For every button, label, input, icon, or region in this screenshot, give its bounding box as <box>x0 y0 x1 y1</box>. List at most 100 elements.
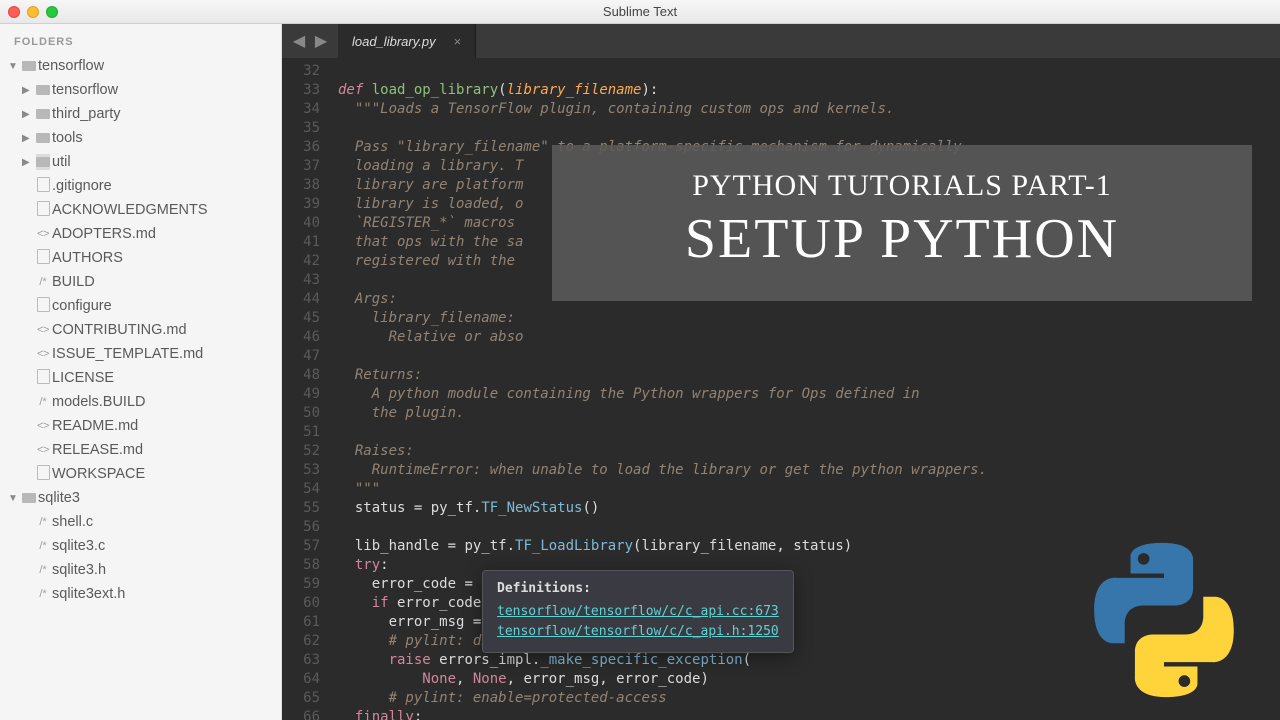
folder-icon <box>34 106 52 122</box>
tab-label: load_library.py <box>352 34 436 49</box>
code-line[interactable] <box>338 518 1280 537</box>
code-file-icon: /* <box>34 516 52 528</box>
tree-item-label: WORKSPACE <box>52 466 145 482</box>
close-tab-icon[interactable]: × <box>454 34 462 49</box>
python-logo-icon <box>1084 540 1244 700</box>
tree-item-label: tensorflow <box>52 82 118 98</box>
file-icon <box>34 297 52 315</box>
nav-forward-icon[interactable]: ▶ <box>304 24 338 58</box>
tree-item-label: tensorflow <box>38 58 104 74</box>
popup-title: Definitions: <box>497 579 779 598</box>
tree-item-label: sqlite3 <box>38 490 80 506</box>
code-line[interactable]: the plugin. <box>338 404 1280 423</box>
code-line[interactable]: status = py_tf.TF_NewStatus() <box>338 499 1280 518</box>
code-file-icon: /* <box>34 588 52 600</box>
file-item[interactable]: /*shell.c <box>0 510 281 534</box>
tree-item-label: third_party <box>52 106 121 122</box>
tree-item-label: ADOPTERS.md <box>52 226 156 242</box>
file-item[interactable]: <>RELEASE.md <box>0 438 281 462</box>
file-item[interactable]: /*models.BUILD <box>0 390 281 414</box>
code-line[interactable]: Relative or abso <box>338 328 1280 347</box>
file-item[interactable]: configure <box>0 294 281 318</box>
file-icon <box>34 177 52 195</box>
code-line[interactable]: """ <box>338 480 1280 499</box>
file-icon <box>34 201 52 219</box>
folder-icon <box>34 154 52 170</box>
file-item[interactable]: .gitignore <box>0 174 281 198</box>
code-file-icon: /* <box>34 564 52 576</box>
file-item[interactable]: <>ADOPTERS.md <box>0 222 281 246</box>
folder-item[interactable]: ▶ tools <box>0 126 281 150</box>
folder-item[interactable]: ▶ third_party <box>0 102 281 126</box>
code-line[interactable]: RuntimeError: when unable to load the li… <box>338 461 1280 480</box>
file-icon <box>34 249 52 267</box>
file-item[interactable]: /*sqlite3.h <box>0 558 281 582</box>
code-line[interactable] <box>338 423 1280 442</box>
code-line[interactable] <box>338 62 1280 81</box>
folder-sidebar: FOLDERS ▼tensorflow▶tensorflow▶third_par… <box>0 24 282 720</box>
disclosure-arrow-icon[interactable]: ▼ <box>8 61 20 72</box>
tree-item-label: AUTHORS <box>52 250 123 266</box>
disclosure-arrow-icon[interactable]: ▶ <box>22 109 34 120</box>
definitions-popup[interactable]: Definitions: tensorflow/tensorflow/c/c_a… <box>482 570 794 653</box>
tree-item-label: tools <box>52 130 83 146</box>
markdown-file-icon: <> <box>34 228 52 240</box>
tree-item-label: CONTRIBUTING.md <box>52 322 187 338</box>
markdown-file-icon: <> <box>34 324 52 336</box>
folder-item[interactable]: ▶util <box>0 150 281 174</box>
code-line[interactable]: """Loads a TensorFlow plugin, containing… <box>338 100 1280 119</box>
code-line[interactable]: finally: <box>338 708 1280 720</box>
tree-item-label: models.BUILD <box>52 394 145 410</box>
folder-item[interactable]: ▼ sqlite3 <box>0 486 281 510</box>
code-line[interactable]: library_filename: <box>338 309 1280 328</box>
tree-item-label: sqlite3.c <box>52 538 105 554</box>
code-line[interactable]: Returns: <box>338 366 1280 385</box>
disclosure-arrow-icon[interactable]: ▼ <box>8 493 20 504</box>
definition-link[interactable]: tensorflow/tensorflow/c/c_api.h:1250 <box>497 622 779 642</box>
file-item[interactable]: /*sqlite3.c <box>0 534 281 558</box>
code-file-icon: /* <box>34 396 52 408</box>
folder-icon <box>20 490 38 506</box>
tree-item-label: README.md <box>52 418 138 434</box>
markdown-file-icon: <> <box>34 444 52 456</box>
file-item[interactable]: /*sqlite3ext.h <box>0 582 281 606</box>
folder-item[interactable]: ▼ tensorflow <box>0 54 281 78</box>
title-overlay: PYTHON TUTORIALS PART-1 SETUP PYTHON <box>552 145 1252 301</box>
tree-item-label: BUILD <box>52 274 95 290</box>
markdown-file-icon: <> <box>34 348 52 360</box>
code-file-icon: /* <box>34 540 52 552</box>
disclosure-arrow-icon[interactable]: ▶ <box>22 85 34 96</box>
overlay-subtitle: PYTHON TUTORIALS PART-1 <box>584 169 1220 203</box>
tree-item-label: sqlite3ext.h <box>52 586 125 602</box>
tree-item-label: configure <box>52 298 112 314</box>
file-item[interactable]: /*BUILD <box>0 270 281 294</box>
disclosure-arrow-icon[interactable]: ▶ <box>22 133 34 144</box>
disclosure-arrow-icon[interactable]: ▶ <box>22 157 34 168</box>
tree-item-label: ACKNOWLEDGMENTS <box>52 202 208 218</box>
file-icon <box>34 369 52 387</box>
definition-link[interactable]: tensorflow/tensorflow/c/c_api.cc:673 <box>497 602 779 622</box>
markdown-file-icon: <> <box>34 420 52 432</box>
tab-active[interactable]: load_library.py × <box>338 24 476 58</box>
file-item[interactable]: <>CONTRIBUTING.md <box>0 318 281 342</box>
folder-item[interactable]: ▶ tensorflow <box>0 78 281 102</box>
file-item[interactable]: ACKNOWLEDGMENTS <box>0 198 281 222</box>
code-line[interactable] <box>338 347 1280 366</box>
code-file-icon: /* <box>34 276 52 288</box>
code-line[interactable]: Raises: <box>338 442 1280 461</box>
file-item[interactable]: AUTHORS <box>0 246 281 270</box>
file-item[interactable]: WORKSPACE <box>0 462 281 486</box>
tree-item-label: sqlite3.h <box>52 562 106 578</box>
file-item[interactable]: LICENSE <box>0 366 281 390</box>
tree-item-label: ISSUE_TEMPLATE.md <box>52 346 203 362</box>
window-titlebar: Sublime Text <box>0 0 1280 24</box>
file-item[interactable]: <>ISSUE_TEMPLATE.md <box>0 342 281 366</box>
code-line[interactable]: def load_op_library(library_filename): <box>338 81 1280 100</box>
tree-item-label: .gitignore <box>52 178 112 194</box>
code-line[interactable]: A python module containing the Python wr… <box>338 385 1280 404</box>
window-title: Sublime Text <box>0 4 1280 19</box>
tree-item-label: LICENSE <box>52 370 114 386</box>
line-gutter: 3233343536373839404142434445464748495051… <box>282 58 330 720</box>
code-line[interactable] <box>338 119 1280 138</box>
file-item[interactable]: <>README.md <box>0 414 281 438</box>
